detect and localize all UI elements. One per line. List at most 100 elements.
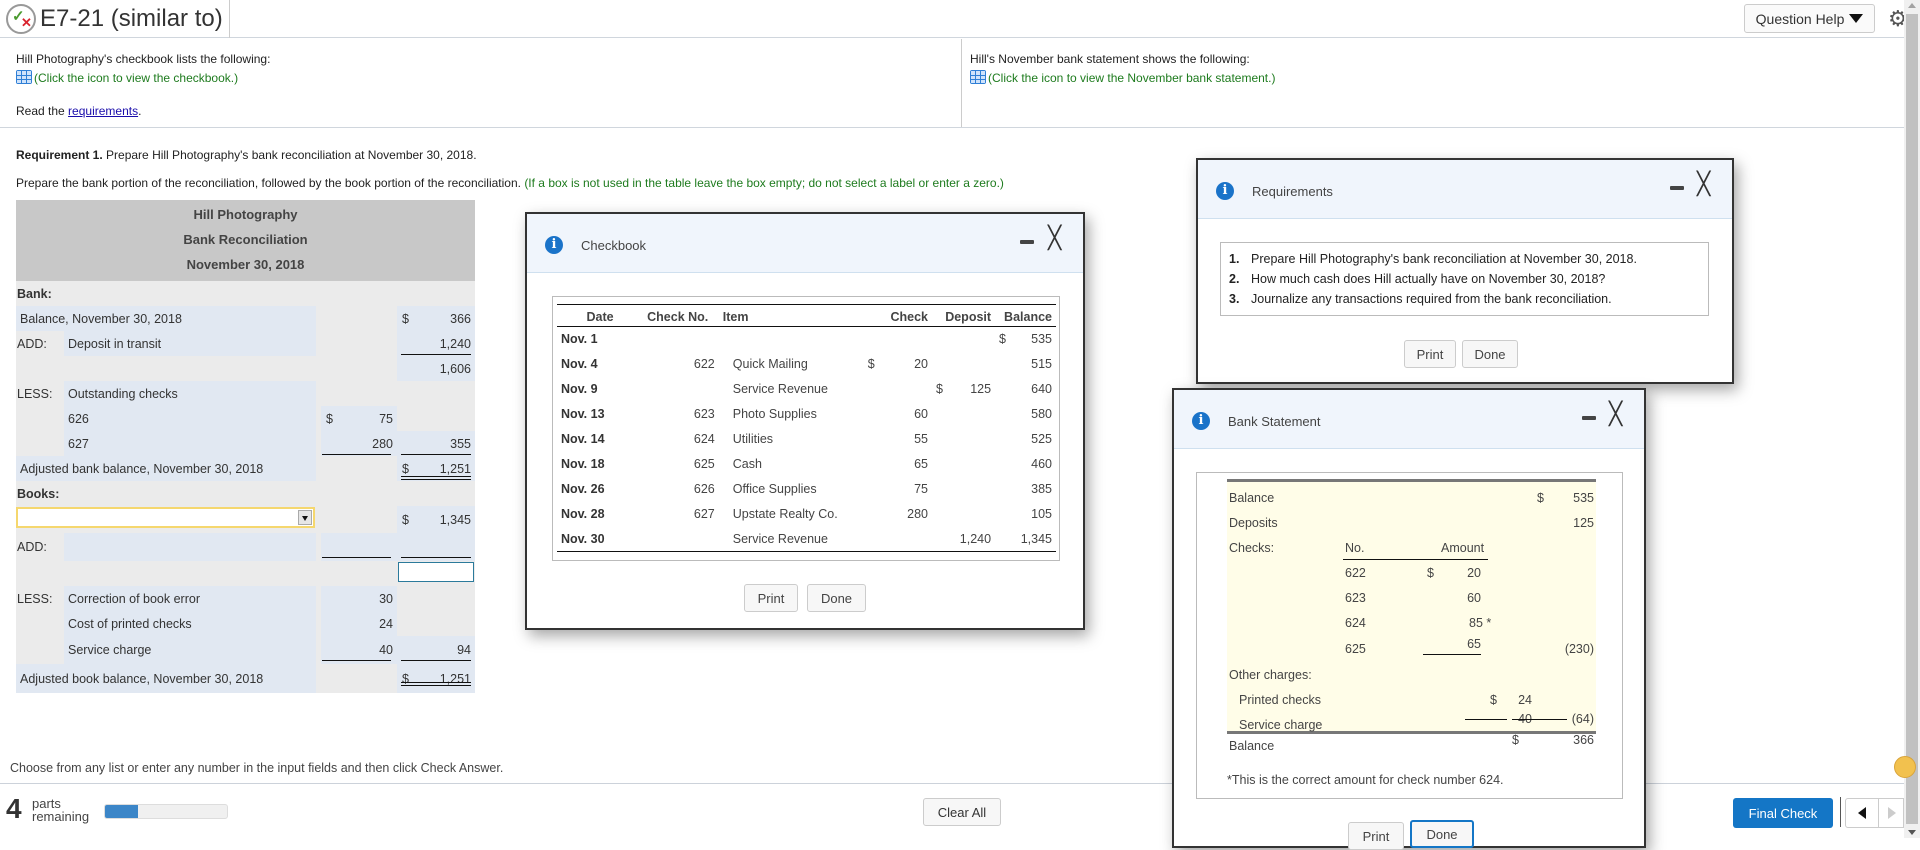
adjusted-bank-value[interactable]: 1,251 [440, 462, 471, 476]
less-item-amount[interactable]: 24 [379, 617, 397, 631]
check-no-cell: 622 [643, 352, 719, 377]
clear-all-button[interactable]: Clear All [923, 798, 1001, 826]
dollar-sign: $ [999, 332, 1006, 347]
outstanding-label[interactable]: Outstanding checks [64, 381, 316, 406]
less-item-cell[interactable]: 24 [321, 611, 397, 636]
deposit-value[interactable]: 1,240 [440, 337, 471, 351]
next-arrow-icon[interactable] [1878, 798, 1904, 828]
date-cell: Nov. 14 [557, 427, 643, 452]
ending-balance: 366 [1573, 733, 1594, 747]
minimize-icon[interactable] [1670, 186, 1684, 190]
check-cell: 65 [864, 452, 932, 477]
dollar-sign: $ [1427, 566, 1434, 580]
check-cell-value: 280 [907, 507, 929, 521]
adjusted-bank-label[interactable]: Adjusted bank balance, November 30, 2018 [16, 456, 316, 481]
checkbook-modal: i Checkbook ╳ Date Check No. Item Check … [525, 212, 1085, 630]
check-627-label[interactable]: 627 [64, 431, 316, 456]
checkbook-link[interactable]: (Click the icon to view the checkbook.) [16, 69, 956, 88]
less-item-label[interactable]: Service charge [64, 636, 316, 664]
balance-cell-value: 580 [1031, 407, 1052, 421]
deposit-cell [932, 327, 995, 352]
books-balance-value[interactable]: 1,345 [440, 513, 471, 527]
adjusted-book-cell[interactable]: $1,251 [397, 664, 475, 693]
add-label: ADD: [17, 336, 47, 351]
bank-statement-link[interactable]: (Click the icon to view the November ban… [970, 69, 1275, 88]
check-626-amount[interactable]: 75 [379, 412, 397, 426]
print-button[interactable]: Print [1348, 822, 1404, 850]
done-button[interactable]: Done [1410, 820, 1474, 848]
item-cell-value: Office Supplies [732, 482, 817, 496]
books-balance-cell[interactable]: $1,345 [397, 506, 475, 533]
check-no-cell-value: 625 [693, 457, 715, 471]
less-label: LESS: [17, 386, 53, 401]
less-item-amount[interactable]: 30 [379, 592, 397, 606]
minimize-icon[interactable] [1020, 240, 1034, 244]
subtotal-cell[interactable]: 1,606 [397, 356, 475, 381]
final-check-button[interactable]: Final Check [1733, 798, 1833, 828]
deposit-label[interactable]: Deposit in transit [64, 331, 316, 356]
adjusted-book-row: Adjusted book balance, November 30, 2018… [16, 664, 475, 693]
check-no-cell-value: 624 [693, 432, 715, 446]
instruction-hint: (If a box is not used in the table leave… [524, 176, 1004, 190]
checks-total-value[interactable]: 355 [450, 437, 471, 451]
question-help-button[interactable]: Question Help [1744, 4, 1875, 33]
help-face-icon[interactable] [1894, 756, 1916, 778]
print-button[interactable]: Print [744, 584, 798, 612]
minimize-icon[interactable] [1582, 416, 1596, 420]
scrollbar[interactable] [1904, 0, 1920, 838]
bank-balance-label[interactable]: Balance, November 30, 2018 [16, 306, 316, 331]
close-icon[interactable]: ╳ [1609, 402, 1622, 427]
table-icon[interactable] [16, 70, 32, 84]
underline [401, 660, 471, 661]
modal-header[interactable]: i Bank Statement ╳ [1174, 390, 1644, 449]
dropdown-arrow-icon[interactable] [298, 510, 312, 525]
scroll-down-icon[interactable] [1908, 830, 1916, 835]
less-item-cell[interactable]: 30 [321, 586, 397, 611]
date-cell-value: Nov. 14 [561, 432, 605, 446]
divider [0, 127, 1904, 128]
check-cell: 55 [864, 427, 932, 452]
close-icon[interactable]: ╳ [1697, 172, 1710, 197]
deposit-cell[interactable]: 1,240 [397, 331, 475, 356]
bank-balance-value[interactable]: 366 [450, 312, 471, 326]
adjusted-book-label[interactable]: Adjusted book balance, November 30, 2018 [16, 664, 316, 693]
close-icon[interactable]: ╳ [1048, 226, 1061, 251]
balance-cell: 105 [995, 502, 1056, 527]
scroll-up-icon[interactable] [1908, 3, 1916, 8]
print-button[interactable]: Print [1404, 340, 1456, 368]
less-total-value[interactable]: 94 [457, 643, 471, 657]
requirements-link[interactable]: requirements [68, 104, 138, 118]
check-cell: 75 [864, 477, 932, 502]
table-icon[interactable] [970, 70, 986, 84]
header-bar: ✓ ✕ E7-21 (similar to) Question Help ⚙ [0, 0, 1908, 38]
deposit-cell [932, 352, 995, 377]
books-balance-row: $1,345 [16, 506, 475, 533]
checkbook-link-text[interactable]: (Click the icon to view the checkbook.) [34, 71, 238, 85]
bank-link-text[interactable]: (Click the icon to view the November ban… [988, 71, 1275, 85]
done-button[interactable]: Done [1462, 340, 1518, 368]
check-627-cell[interactable]: 280 [321, 431, 397, 456]
previous-arrow-icon[interactable] [1845, 798, 1879, 828]
row-label: Deposits [1229, 516, 1278, 530]
bank-balance-cell[interactable]: $366 [397, 306, 475, 331]
checks-total-cell[interactable]: 355 [397, 431, 475, 456]
books-subtotal-input[interactable] [398, 562, 474, 582]
books-balance-select[interactable] [16, 507, 315, 528]
balance-cell-value: 105 [1031, 507, 1052, 521]
less-item-label[interactable]: Cost of printed checks [64, 611, 316, 636]
requirements-modal: i Requirements ╳ 1. Prepare Hill Photogra… [1196, 158, 1734, 384]
subtotal-value[interactable]: 1,606 [440, 362, 471, 376]
check-626-cell[interactable]: $75 [321, 406, 397, 431]
less-item-amount[interactable]: 40 [379, 643, 397, 657]
done-button[interactable]: Done [807, 584, 866, 612]
modal-header[interactable]: i Requirements ╳ [1198, 160, 1732, 219]
books-add-item[interactable] [64, 533, 316, 561]
item-cell-value: Photo Supplies [732, 407, 817, 421]
modal-header[interactable]: i Checkbook ╳ [527, 214, 1083, 273]
check-626-label[interactable]: 626 [64, 406, 316, 431]
deposit-cell [932, 477, 995, 502]
less-item-label[interactable]: Correction of book error [64, 586, 316, 611]
scrollbar-thumb[interactable] [1906, 14, 1918, 824]
check-627-amount[interactable]: 280 [372, 437, 397, 451]
question-help-label: Question Help [1755, 10, 1845, 27]
